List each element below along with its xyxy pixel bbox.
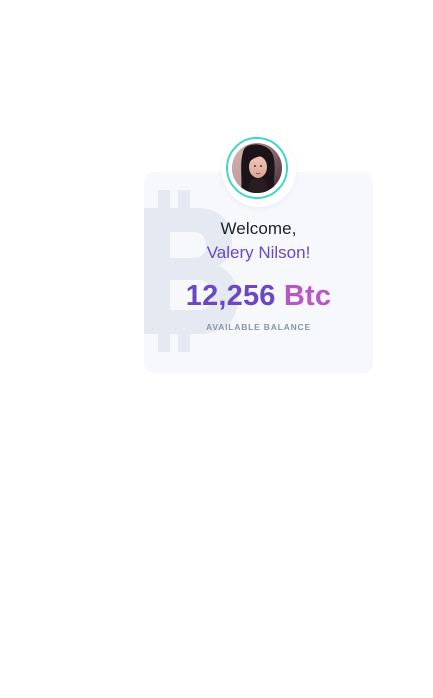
balance-amount: 12,256 — [185, 280, 276, 312]
avatar-ring — [226, 137, 288, 199]
user-name: Valery Nilson! — [206, 243, 311, 262]
balance-unit: Btc — [283, 280, 332, 312]
avatar-photo — [232, 143, 282, 193]
balance-value: 12,256 Btc — [144, 280, 373, 313]
avatar[interactable] — [222, 133, 296, 207]
welcome-widget: Welcome, Valery Nilson! 12,256 Btc AVAIL… — [0, 0, 433, 698]
greeting-text: Welcome, — [220, 219, 297, 238]
bitcoin-icon — [144, 190, 238, 352]
balance-label: AVAILABLE BALANCE — [206, 322, 311, 332]
